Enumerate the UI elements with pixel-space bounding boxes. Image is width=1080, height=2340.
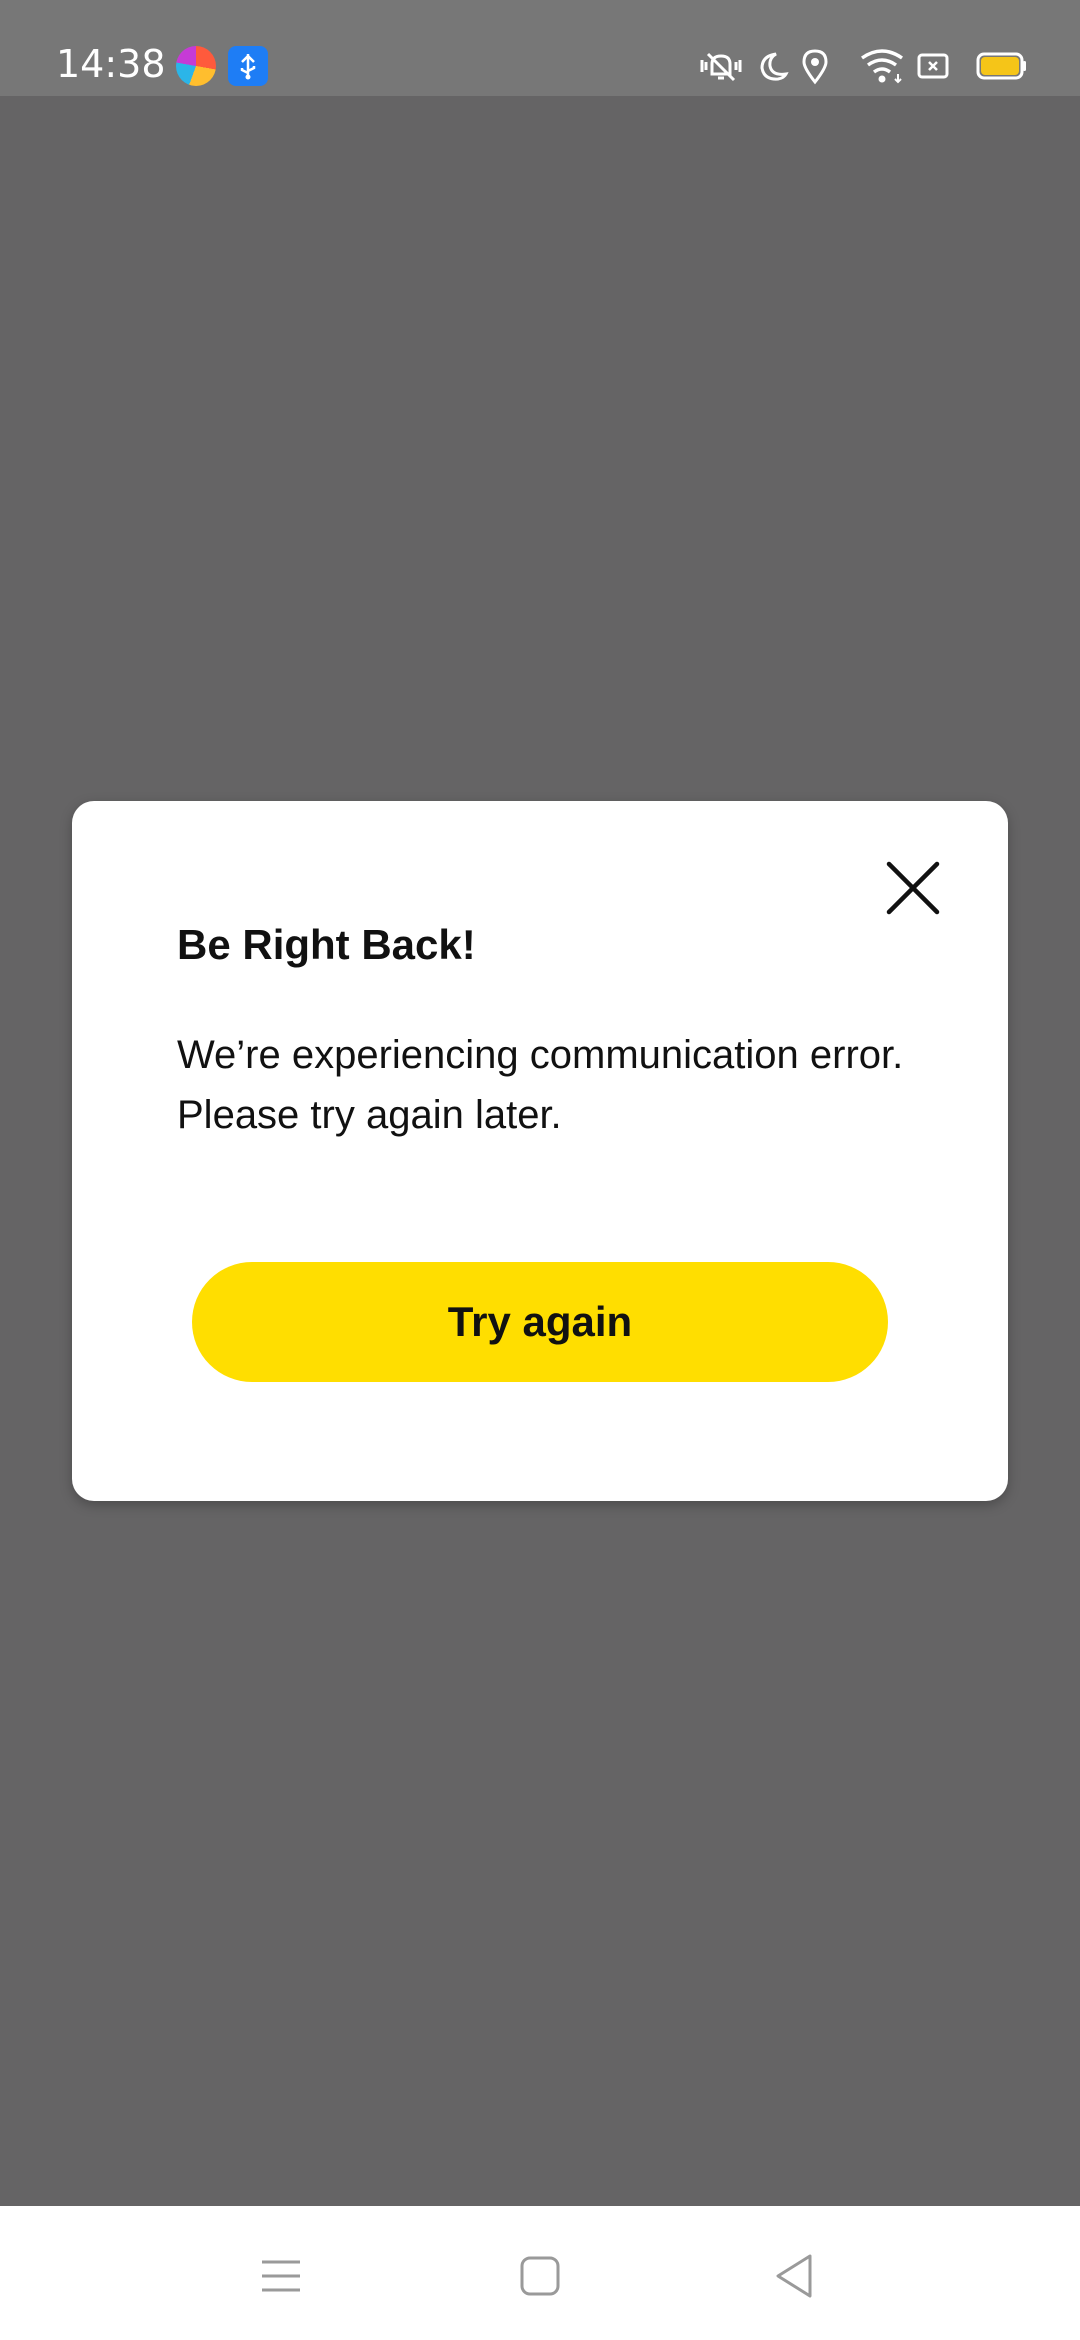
usb-debug-icon bbox=[228, 46, 268, 86]
navigation-bar bbox=[0, 2206, 1080, 2340]
try-again-button[interactable]: Try again bbox=[192, 1262, 888, 1382]
location-icon bbox=[802, 49, 828, 85]
menu-button[interactable] bbox=[252, 2246, 312, 2306]
browser-app-icon bbox=[176, 46, 216, 86]
status-time: 14:38 bbox=[56, 42, 166, 86]
home-button[interactable] bbox=[510, 2246, 570, 2306]
sim-card-icon bbox=[917, 53, 949, 79]
dialog-title: Be Right Back! bbox=[177, 921, 476, 968]
vibrate-mute-icon bbox=[700, 52, 742, 82]
wifi-icon bbox=[860, 49, 904, 84]
dialog-message: We’re experiencing communication error. … bbox=[177, 1033, 904, 1137]
close-button[interactable] bbox=[886, 861, 940, 915]
menu-icon bbox=[262, 2260, 300, 2292]
home-icon bbox=[520, 2256, 560, 2296]
do-not-disturb-icon bbox=[760, 52, 789, 81]
close-icon bbox=[886, 861, 940, 915]
back-button[interactable] bbox=[766, 2246, 826, 2306]
battery-icon bbox=[976, 52, 1026, 80]
status-bar: 14:38 bbox=[0, 0, 1080, 96]
back-icon bbox=[776, 2254, 812, 2298]
error-dialog: Be Right Back! We’re experiencing commun… bbox=[72, 801, 1008, 1501]
